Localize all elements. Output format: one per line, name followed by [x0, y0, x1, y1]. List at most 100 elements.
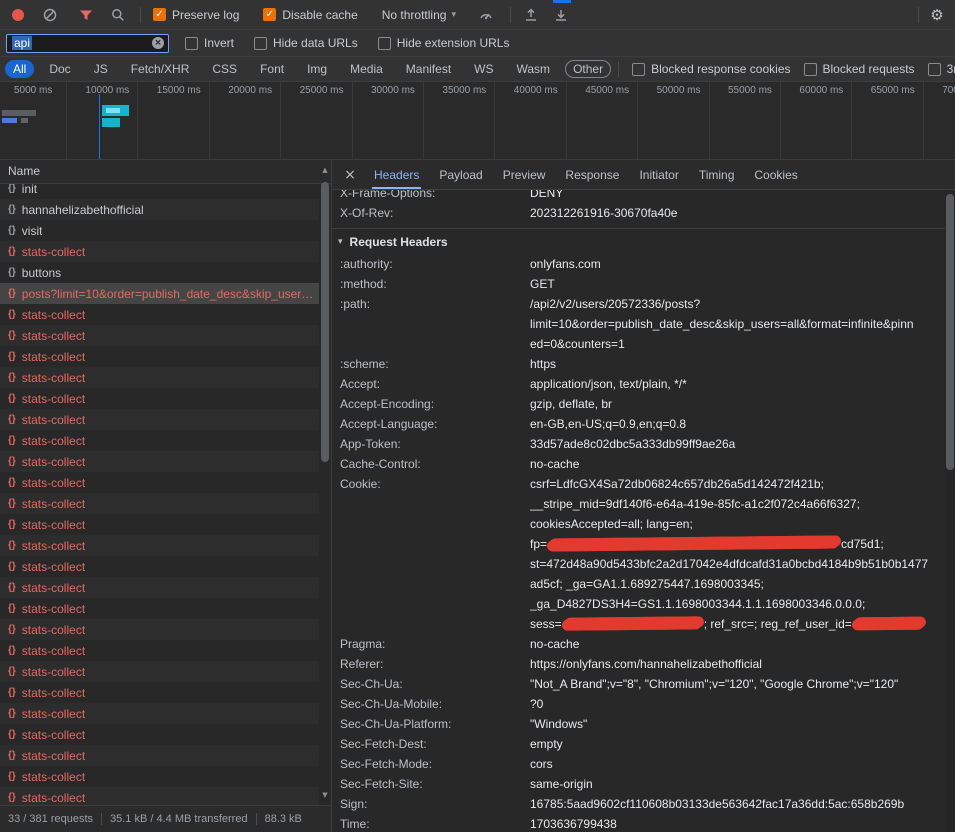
request-row[interactable]: {}stats-collect	[0, 325, 319, 346]
filter-query-text: api	[12, 36, 32, 50]
request-headers-section-toggle[interactable]: ▾Request Headers	[332, 229, 945, 254]
request-row[interactable]: {}buttons	[0, 262, 319, 283]
request-row[interactable]: {}stats-collect	[0, 241, 319, 262]
clear-filter-icon[interactable]: ×	[152, 37, 164, 49]
scrollbar-thumb[interactable]	[321, 182, 329, 462]
timeline-activity-bar	[2, 118, 17, 123]
requests-count: 33 / 381 requests	[0, 813, 101, 825]
detail-scrollbar[interactable]	[945, 190, 955, 832]
hide-data-urls-checkbox[interactable]: Hide data URLs	[254, 36, 358, 50]
header-value: cors	[530, 754, 945, 774]
filter-chip-doc[interactable]: Doc	[41, 60, 78, 78]
request-row[interactable]: {}visit	[0, 220, 319, 241]
request-row[interactable]: {}stats-collect	[0, 556, 319, 577]
request-row[interactable]: {}stats-collect	[0, 766, 319, 787]
request-row[interactable]: {}stats-collect	[0, 640, 319, 661]
request-row[interactable]: {}stats-collect	[0, 577, 319, 598]
header-name: Cache-Control:	[340, 454, 530, 474]
filter-checkbox-blocked-response-cookies[interactable]: Blocked response cookies	[632, 62, 790, 76]
filter-chip-ws[interactable]: WS	[466, 60, 501, 78]
search-button[interactable]	[106, 3, 130, 27]
filter-chip-all[interactable]: All	[5, 60, 34, 78]
filter-input[interactable]: api ×	[6, 34, 169, 53]
request-row[interactable]: {}stats-collect	[0, 745, 319, 766]
request-row[interactable]: {}init	[0, 184, 319, 199]
close-icon[interactable]: ×	[340, 167, 360, 183]
tab-cookies[interactable]: Cookies	[744, 160, 807, 189]
timeline-gridline	[280, 82, 281, 159]
request-row[interactable]: {}stats-collect	[0, 472, 319, 493]
timeline-gridline	[709, 82, 710, 159]
filter-button[interactable]	[74, 3, 98, 27]
export-har-button[interactable]	[549, 3, 573, 27]
request-row[interactable]: {}stats-collect	[0, 619, 319, 640]
filter-chip-manifest[interactable]: Manifest	[398, 60, 459, 78]
request-row[interactable]: {}stats-collect	[0, 388, 319, 409]
filter-chip-img[interactable]: Img	[299, 60, 335, 78]
scrollbar-thumb[interactable]	[946, 194, 954, 470]
request-row[interactable]: {}stats-collect	[0, 451, 319, 472]
request-name: visit	[22, 224, 43, 238]
network-conditions-button[interactable]	[474, 3, 498, 27]
request-row[interactable]: {}stats-collect	[0, 367, 319, 388]
timeline-overview[interactable]: 5000 ms10000 ms15000 ms20000 ms25000 ms3…	[0, 82, 955, 160]
request-row[interactable]: {}hannahelizabethofficial	[0, 199, 319, 220]
timeline-tick-label: 60000 ms	[799, 85, 843, 96]
disable-cache-checkbox[interactable]: ✓ Disable cache	[263, 8, 357, 22]
request-row[interactable]: {}posts?limit=10&order=publish_date_desc…	[0, 283, 319, 304]
request-row[interactable]: {}stats-collect	[0, 514, 319, 535]
filter-chip-font[interactable]: Font	[252, 60, 292, 78]
request-list-scrollbar[interactable]: ▲ ▼	[319, 160, 331, 805]
request-row[interactable]: {}stats-collect	[0, 409, 319, 430]
request-row[interactable]: {}stats-collect	[0, 598, 319, 619]
request-row[interactable]: {}stats-collect	[0, 787, 319, 805]
filter-chip-media[interactable]: Media	[342, 60, 391, 78]
timeline-tick-label: 55000 ms	[728, 85, 772, 96]
filter-chip-wasm[interactable]: Wasm	[509, 60, 559, 78]
import-har-button[interactable]	[519, 3, 543, 27]
chevron-down-icon: ▾	[338, 237, 343, 247]
request-row[interactable]: {}stats-collect	[0, 346, 319, 367]
invert-checkbox[interactable]: Invert	[185, 36, 234, 50]
checkbox-unchecked-icon	[632, 63, 645, 76]
request-row[interactable]: {}stats-collect	[0, 493, 319, 514]
record-button[interactable]	[6, 3, 30, 27]
request-row[interactable]: {}stats-collect	[0, 535, 319, 556]
throttling-select[interactable]: No throttling ▾	[382, 8, 456, 22]
request-row[interactable]: {}stats-collect	[0, 682, 319, 703]
preserve-log-checkbox[interactable]: ✓ Preserve log	[153, 8, 239, 22]
header-row: :method:GET	[332, 274, 945, 294]
request-row[interactable]: {}stats-collect	[0, 724, 319, 745]
filter-chip-js[interactable]: JS	[86, 60, 116, 78]
tab-response[interactable]: Response	[555, 160, 629, 189]
tab-preview[interactable]: Preview	[493, 160, 556, 189]
header-row: Accept-Language:en-GB,en-US;q=0.9,en;q=0…	[332, 414, 945, 434]
clear-network-log-button[interactable]	[38, 3, 62, 27]
header-name: Sec-Fetch-Site:	[340, 774, 530, 794]
header-value: https://onlyfans.com/hannahelizabethoffi…	[530, 654, 945, 674]
request-row[interactable]: {}stats-collect	[0, 661, 319, 682]
request-row[interactable]: {}stats-collect	[0, 703, 319, 724]
request-row[interactable]: {}stats-collect	[0, 430, 319, 451]
header-row: Sec-Ch-Ua-Mobile:?0	[332, 694, 945, 714]
scroll-down-icon[interactable]: ▼	[319, 789, 331, 801]
header-name: Cookie:	[340, 474, 530, 634]
filter-chip-other[interactable]: Other	[565, 60, 611, 78]
request-name: stats-collect	[22, 581, 85, 595]
request-row[interactable]: {}stats-collect	[0, 304, 319, 325]
name-column-header[interactable]: Name	[0, 160, 331, 184]
scroll-up-icon[interactable]: ▲	[319, 164, 331, 176]
tab-headers[interactable]: Headers	[364, 160, 429, 189]
tab-initiator[interactable]: Initiator	[629, 160, 688, 189]
timeline-tick-label: 30000 ms	[371, 85, 415, 96]
tab-timing[interactable]: Timing	[689, 160, 745, 189]
settings-gear-button[interactable]: ⚙	[925, 3, 949, 27]
request-name: stats-collect	[22, 791, 85, 805]
header-row: Cookie:csrf=LdfcGX4Sa72db06824c657db26a5…	[332, 474, 945, 634]
filter-checkbox-3rd-party-requests[interactable]: 3rd-party requests	[928, 62, 955, 76]
tab-payload[interactable]: Payload	[429, 160, 492, 189]
filter-chip-css[interactable]: CSS	[204, 60, 245, 78]
hide-extension-urls-checkbox[interactable]: Hide extension URLs	[378, 36, 510, 50]
filter-chip-fetch-xhr[interactable]: Fetch/XHR	[123, 60, 198, 78]
filter-checkbox-blocked-requests[interactable]: Blocked requests	[804, 62, 915, 76]
